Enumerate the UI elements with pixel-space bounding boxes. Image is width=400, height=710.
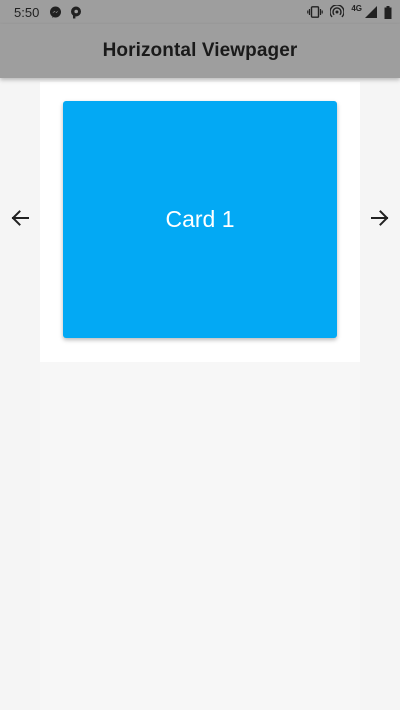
status-system-icons: 4G: [307, 5, 392, 19]
app-bar: Horizontal Viewpager: [0, 24, 400, 78]
status-notification-icons: [49, 6, 82, 19]
messenger-icon: [49, 6, 62, 19]
arrow-forward-icon: [370, 208, 390, 233]
screen: 5:50 4G Horizontal Viewpager Card 1: [0, 0, 400, 710]
arrow-back-icon: [10, 208, 30, 233]
battery-icon: [384, 5, 392, 19]
next-page-button[interactable]: [366, 206, 394, 234]
previous-page-button[interactable]: [6, 206, 34, 234]
hotspot-icon: [330, 5, 345, 19]
pager-card[interactable]: Card 1: [63, 101, 337, 338]
card-label: Card 1: [165, 206, 235, 232]
app-bar-title: Horizontal Viewpager: [102, 40, 298, 61]
network-type-label: 4G: [351, 4, 362, 13]
status-bar: 5:50 4G: [0, 0, 400, 24]
signal-icon: [365, 6, 377, 18]
status-time: 5:50: [14, 4, 40, 20]
p-app-icon: [70, 6, 82, 19]
vibrate-icon: [307, 6, 324, 18]
